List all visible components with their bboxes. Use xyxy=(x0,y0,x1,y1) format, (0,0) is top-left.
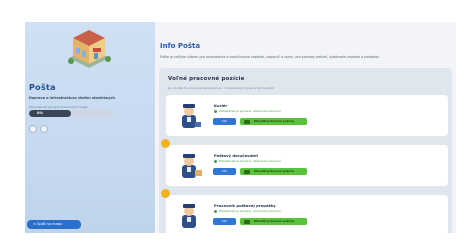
job-name: Kuriér xyxy=(214,103,228,108)
courier-avatar-icon xyxy=(182,104,201,128)
job-requirement: Požiadavka je splnená, dostupné pracovné xyxy=(214,209,281,213)
job-requirement: Požiadavka je splnená, dostupné pracovné xyxy=(214,159,281,163)
vacancy-occupancy-label: Obsadenosť voľných pracovných miest xyxy=(29,105,88,109)
vacancies-panel: Voľné pracovné pozície Je v pošte 3 voľn… xyxy=(159,68,452,233)
occupancy-progress-fill xyxy=(29,110,71,117)
hire-icon xyxy=(244,119,250,124)
hire-icon xyxy=(244,169,250,174)
check-icon xyxy=(214,109,217,113)
counter-clerk-avatar-icon xyxy=(182,204,196,228)
building-title: Pošta xyxy=(29,83,56,92)
post-office-building-icon xyxy=(68,30,111,68)
hire-button[interactable]: Obsadiť pracovnú pozíciu xyxy=(240,118,307,125)
job-card: Pracovník poštovej prepážky Požiadavka j… xyxy=(161,189,448,233)
check-icon xyxy=(214,159,217,163)
info-title: Info Pošta xyxy=(160,42,201,50)
hire-button[interactable]: Obsadiť pracovnú pozíciu xyxy=(240,218,307,225)
job-name: Poštový doručovateľ xyxy=(214,153,259,158)
info-description: Pošta je veľkým súbom pre rozosielanie a… xyxy=(160,55,380,59)
hire-icon xyxy=(244,219,250,224)
back-to-map-button[interactable]: < Späť na mapu xyxy=(27,220,81,229)
job-info-button[interactable]: Info xyxy=(213,168,236,175)
screen-frame: Pošta Doprava a infrastruktura všetkú st… xyxy=(0,0,470,242)
vacancies-subtitle: Je v pošte 3 voľné pracovné pozície - 0 … xyxy=(168,86,275,90)
new-badge-icon xyxy=(161,139,170,148)
occupancy-progress-text: 0% xyxy=(37,111,44,115)
check-icon xyxy=(214,209,217,213)
new-badge-icon xyxy=(161,189,170,198)
vacancies-title: Voľné pracovné pozície xyxy=(168,76,245,82)
main-content: Info Pošta Pošta je veľkým súbom pre roz… xyxy=(155,22,456,233)
building-subtitle: Doprava a infrastruktura všetkú staviebn… xyxy=(29,96,115,100)
job-name: Pracovník poštovej prepážky xyxy=(214,203,276,208)
game-window: Pošta Doprava a infrastruktura všetkú st… xyxy=(25,22,456,233)
settings-icon[interactable] xyxy=(40,125,48,133)
job-card: Poštový doručovateľ Požiadavka je splnen… xyxy=(161,139,448,186)
building-sidebar: Pošta Doprava a infrastruktura všetkú st… xyxy=(25,22,155,233)
info-icon[interactable] xyxy=(29,125,37,133)
job-card: Kuriér Požiadavka je splnená, dostupné p… xyxy=(166,95,448,136)
mail-carrier-avatar-icon xyxy=(182,154,202,178)
job-requirement: Požiadavka je splnená, dostupné pracovné xyxy=(214,109,281,113)
job-info-button[interactable]: Info xyxy=(213,218,236,225)
hire-button[interactable]: Obsadiť pracovnú pozíciu xyxy=(240,168,307,175)
job-info-button[interactable]: Info xyxy=(213,118,236,125)
occupancy-progress-bar: 0% xyxy=(29,110,113,117)
